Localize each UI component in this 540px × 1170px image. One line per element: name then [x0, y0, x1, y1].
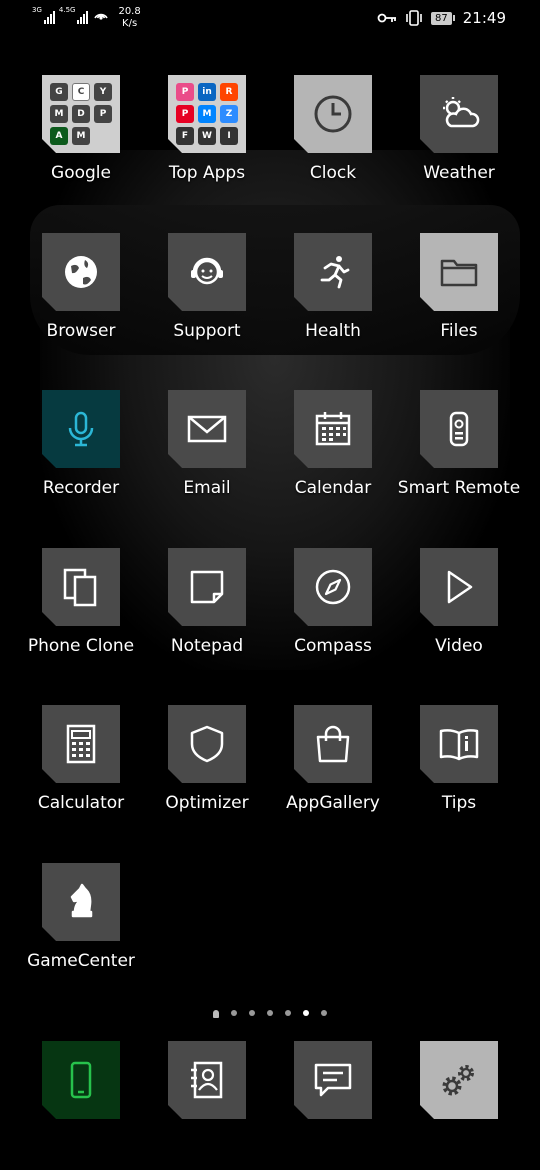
app-label: Compass: [294, 636, 372, 656]
page-dot[interactable]: [285, 1010, 291, 1016]
messages-icon: [294, 1041, 372, 1119]
app-compass[interactable]: Compass: [270, 548, 396, 656]
app-label: Video: [435, 636, 483, 656]
app-clock[interactable]: Clock: [270, 75, 396, 183]
app-label: Browser: [46, 321, 116, 341]
page-dot[interactable]: [231, 1010, 237, 1016]
weather-icon: [420, 75, 498, 153]
app-label: Top Apps: [168, 163, 246, 183]
app-support[interactable]: Support: [144, 233, 270, 341]
envelope-icon: [168, 390, 246, 468]
book-info-icon: [420, 705, 498, 783]
dock-phone[interactable]: [18, 1041, 144, 1119]
shield-icon: [168, 705, 246, 783]
microphone-icon: [42, 390, 120, 468]
top-apps-folder-icon: P in R P M Z F W I: [168, 75, 246, 153]
app-label: Notepad: [170, 636, 244, 656]
dock-contacts[interactable]: [144, 1041, 270, 1119]
app-label: Tips: [441, 793, 477, 813]
contacts-icon: [168, 1041, 246, 1119]
app-files[interactable]: Files: [396, 233, 522, 341]
app-label: Files: [440, 321, 478, 341]
status-bar: 3G 4.5G 20.8 K/s 87 21:49: [0, 0, 540, 38]
sim1-network-type: 3G: [32, 6, 42, 14]
key-icon: [377, 13, 397, 23]
app-label: AppGallery: [286, 793, 380, 813]
chess-knight-icon: [42, 863, 120, 941]
calculator-icon: [42, 705, 120, 783]
app-optimizer[interactable]: Optimizer: [144, 705, 270, 813]
folder-icon: [420, 233, 498, 311]
app-label: Health: [305, 321, 361, 341]
app-recorder[interactable]: Recorder: [18, 390, 144, 498]
network-speed: 20.8 K/s: [118, 6, 141, 29]
app-google-folder[interactable]: G C Y M D P A M Google: [18, 75, 144, 183]
headset-icon: [168, 233, 246, 311]
app-label: Calculator: [37, 793, 125, 813]
compass-icon: [294, 548, 372, 626]
app-label: Phone Clone: [27, 636, 135, 656]
dock-messages[interactable]: [270, 1041, 396, 1119]
page-dot[interactable]: [321, 1010, 327, 1016]
app-label: Google: [51, 163, 111, 183]
app-email[interactable]: Email: [144, 390, 270, 498]
note-icon: [168, 548, 246, 626]
hotspot-icon: [94, 13, 109, 20]
app-label: GameCenter: [27, 951, 135, 971]
clock-icon: [294, 75, 372, 153]
battery-level: 87: [431, 11, 452, 25]
app-tips[interactable]: Tips: [396, 705, 522, 813]
sim2-signal-icon: 4.5G: [59, 6, 89, 24]
app-label: Clock: [309, 163, 357, 183]
google-folder-icon: G C Y M D P A M: [42, 75, 120, 153]
app-label: Email: [183, 478, 231, 498]
page-dot[interactable]: [267, 1010, 273, 1016]
sim2-network-type: 4.5G: [58, 6, 76, 14]
app-calendar[interactable]: Calendar: [270, 390, 396, 498]
app-top-apps-folder[interactable]: P in R P M Z F W I Top Apps: [144, 75, 270, 183]
app-notepad[interactable]: Notepad: [144, 548, 270, 656]
battery-icon: 87: [431, 11, 455, 25]
sim1-signal-icon: 3G: [32, 6, 55, 24]
remote-icon: [420, 390, 498, 468]
page-dot-active[interactable]: [303, 1010, 309, 1016]
phone-icon: [42, 1041, 120, 1119]
vibrate-icon: [406, 10, 422, 26]
app-label: Weather: [423, 163, 495, 183]
app-label: Recorder: [42, 478, 120, 498]
app-label: Optimizer: [165, 793, 249, 813]
app-gamecenter[interactable]: GameCenter: [18, 863, 144, 971]
app-calculator[interactable]: Calculator: [18, 705, 144, 813]
app-smart-remote[interactable]: Smart Remote: [396, 390, 522, 498]
calendar-icon: [294, 390, 372, 468]
status-time: 21:49: [462, 9, 506, 27]
app-label: Smart Remote: [397, 478, 521, 498]
play-icon: [420, 548, 498, 626]
app-weather[interactable]: Weather: [396, 75, 522, 183]
runner-icon: [294, 233, 372, 311]
settings-gear-icon: [420, 1041, 498, 1119]
app-label: Support: [173, 321, 241, 341]
globe-icon: [42, 233, 120, 311]
page-indicator: [0, 1010, 540, 1018]
shopping-bag-icon: [294, 705, 372, 783]
app-health[interactable]: Health: [270, 233, 396, 341]
status-left: 3G 4.5G 20.8 K/s: [32, 6, 141, 30]
home-page-dot[interactable]: [213, 1010, 219, 1018]
clone-icon: [42, 548, 120, 626]
app-video[interactable]: Video: [396, 548, 522, 656]
app-phone-clone[interactable]: Phone Clone: [18, 548, 144, 656]
app-appgallery[interactable]: AppGallery: [270, 705, 396, 813]
page-dot[interactable]: [249, 1010, 255, 1016]
app-browser[interactable]: Browser: [18, 233, 144, 341]
dock-settings[interactable]: [396, 1041, 522, 1119]
app-label: Calendar: [294, 478, 372, 498]
status-right: 87 21:49: [377, 9, 506, 27]
